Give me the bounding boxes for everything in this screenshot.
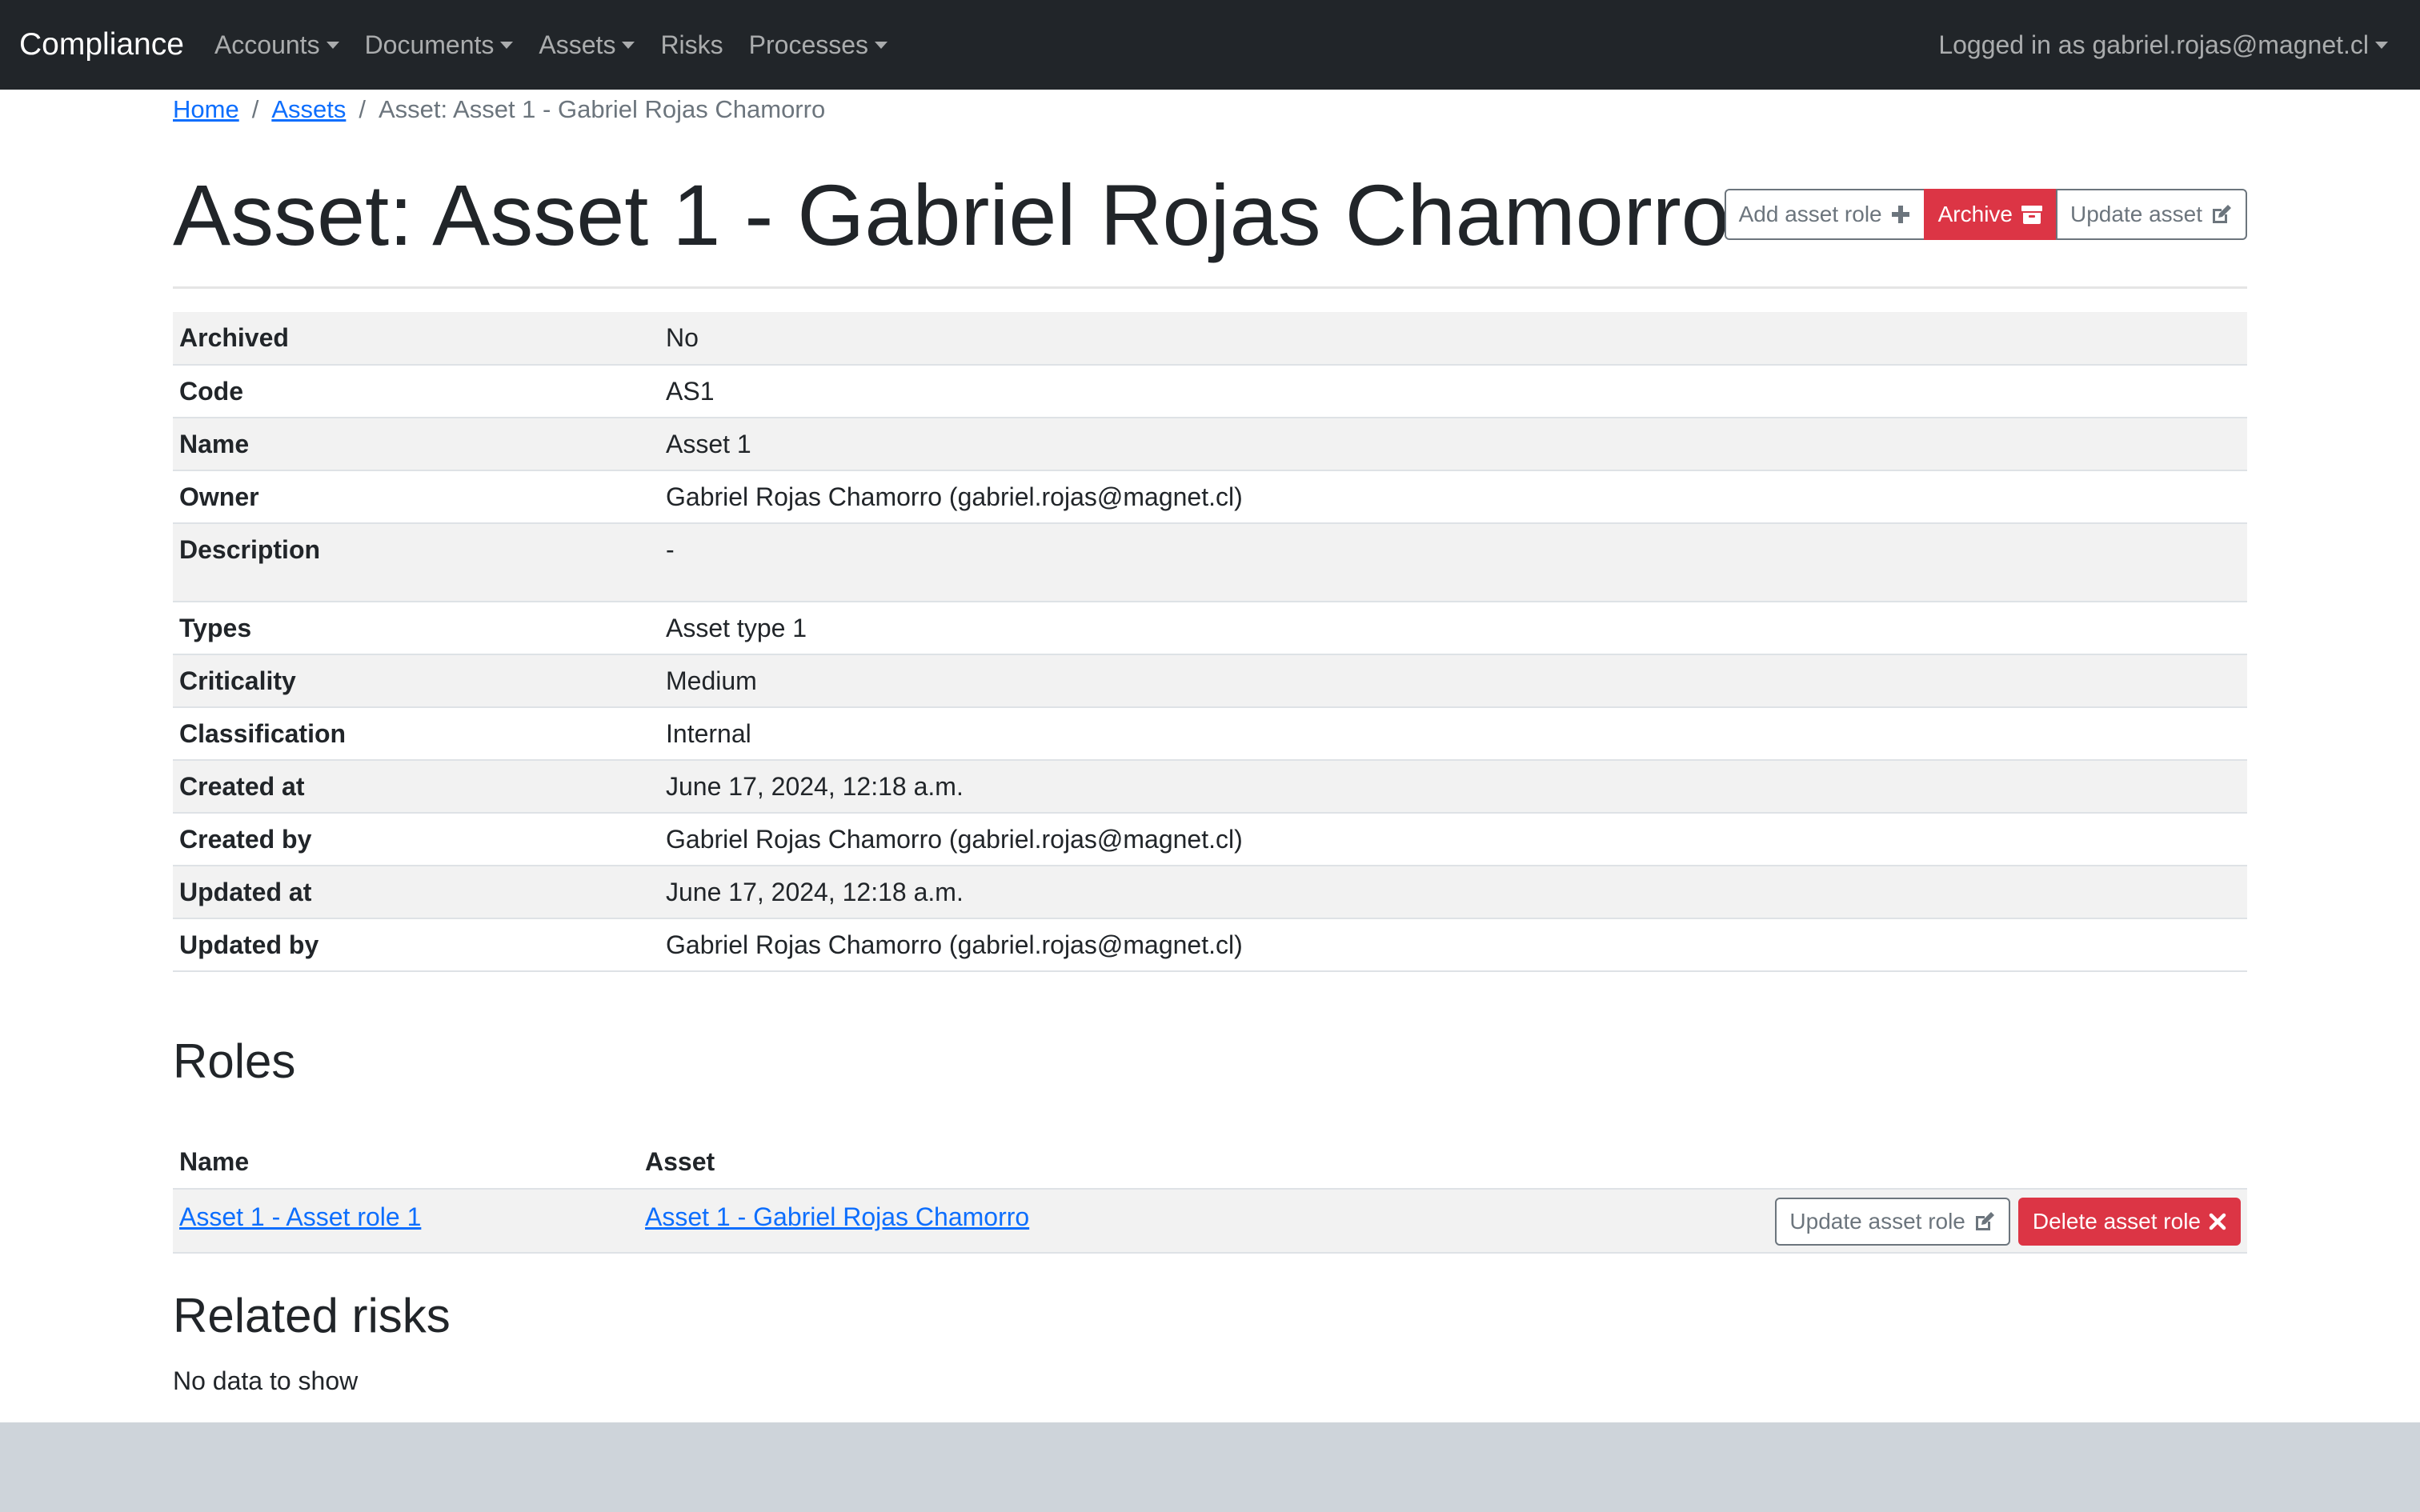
- detail-label: Archived: [173, 312, 659, 366]
- detail-label: Created at: [173, 760, 659, 814]
- update-asset-role-button[interactable]: Update asset role: [1775, 1198, 2010, 1246]
- table-row: Owner Gabriel Rojas Chamorro (gabriel.ro…: [173, 470, 2247, 524]
- close-icon: [2209, 1213, 2226, 1230]
- table-row: Code AS1: [173, 365, 2247, 418]
- detail-label: Code: [173, 365, 659, 418]
- asset-actions: Add asset role Archive Update asset: [1724, 189, 2247, 240]
- table-row: Created by Gabriel Rojas Chamorro (gabri…: [173, 813, 2247, 866]
- table-row: Updated by Gabriel Rojas Chamorro (gabri…: [173, 918, 2247, 972]
- chevron-down-icon: [875, 41, 888, 49]
- edit-icon: [2210, 203, 2233, 226]
- table-row: Types Asset type 1: [173, 602, 2247, 655]
- detail-value: AS1: [659, 365, 2247, 418]
- breadcrumb-current: Asset: Asset 1 - Gabriel Rojas Chamorro: [378, 95, 826, 123]
- brand-link[interactable]: Compliance: [19, 27, 184, 62]
- role-actions: Update asset role Delete asset role: [1775, 1198, 2241, 1246]
- table-row: Archived No: [173, 312, 2247, 366]
- table-row: Description -: [173, 523, 2247, 602]
- detail-label: Created by: [173, 813, 659, 866]
- breadcrumb-assets-link[interactable]: Assets: [271, 95, 346, 124]
- breadcrumb-separator: /: [251, 95, 259, 123]
- detail-value: Internal: [659, 707, 2247, 761]
- detail-value: Asset 1: [659, 418, 2247, 471]
- nav-documents-label: Documents: [364, 30, 495, 59]
- nav-accounts-dropdown[interactable]: Accounts: [214, 30, 339, 60]
- table-row: Criticality Medium: [173, 654, 2247, 708]
- breadcrumb-separator: /: [359, 95, 366, 123]
- top-navbar: Compliance Accounts Documents Assets Ris…: [0, 0, 2420, 90]
- detail-value: -: [659, 523, 2247, 602]
- user-menu-label: Logged in as gabriel.rojas@magnet.cl: [1938, 30, 2369, 59]
- breadcrumb-home-link[interactable]: Home: [173, 95, 239, 124]
- user-menu-dropdown[interactable]: Logged in as gabriel.rojas@magnet.cl: [1938, 30, 2388, 60]
- update-asset-role-label: Update asset role: [1789, 1209, 1965, 1234]
- update-asset-label: Update asset: [2070, 202, 2202, 226]
- nav-processes-dropdown[interactable]: Processes: [748, 30, 888, 60]
- table-row: Name Asset 1: [173, 418, 2247, 471]
- plus-icon: [1890, 204, 1911, 225]
- detail-value: June 17, 2024, 12:18 a.m.: [659, 866, 2247, 919]
- nav-processes-label: Processes: [748, 30, 869, 59]
- page-title: Asset: Asset 1 - Gabriel Rojas Chamorro: [173, 166, 1729, 263]
- table-row: Classification Internal: [173, 707, 2247, 761]
- update-asset-button[interactable]: Update asset: [2056, 189, 2247, 240]
- archive-button[interactable]: Archive: [1923, 189, 2057, 240]
- nav-risks-label: Risks: [660, 30, 723, 59]
- column-header-actions: [1368, 1136, 2247, 1190]
- nav-assets-label: Assets: [539, 30, 616, 59]
- detail-label: Updated at: [173, 866, 659, 919]
- column-header-asset: Asset: [639, 1136, 1368, 1190]
- table-header-row: Name Asset: [173, 1136, 2247, 1190]
- column-header-name: Name: [173, 1136, 639, 1190]
- delete-asset-role-label: Delete asset role: [2032, 1209, 2201, 1234]
- edit-icon: [1973, 1210, 1996, 1233]
- chevron-down-icon: [326, 41, 339, 49]
- archive-label: Archive: [1937, 202, 2013, 226]
- nav-documents-dropdown[interactable]: Documents: [365, 30, 514, 60]
- nav-assets-dropdown[interactable]: Assets: [539, 30, 635, 60]
- detail-value: No: [659, 312, 2247, 366]
- delete-asset-role-button[interactable]: Delete asset role: [2017, 1198, 2241, 1246]
- detail-value: Gabriel Rojas Chamorro (gabriel.rojas@ma…: [659, 918, 2247, 972]
- related-risks-heading: Related risks: [173, 1289, 451, 1342]
- breadcrumb: Home / Assets / Asset: Asset 1 - Gabriel…: [173, 90, 825, 130]
- roles-heading: Roles: [173, 1034, 296, 1088]
- table-row: Created at June 17, 2024, 12:18 a.m.: [173, 760, 2247, 814]
- detail-label: Types: [173, 602, 659, 655]
- chevron-down-icon: [2375, 41, 2388, 49]
- detail-value: Asset type 1: [659, 602, 2247, 655]
- user-menu-container: Logged in as gabriel.rojas@magnet.cl: [1938, 0, 2388, 90]
- chevron-down-icon: [622, 41, 635, 49]
- page-footer-area: [0, 1422, 2420, 1512]
- nav-risks-link[interactable]: Risks: [660, 30, 723, 60]
- page: Compliance Accounts Documents Assets Ris…: [0, 0, 2420, 1422]
- asset-details-table: Archived No Code AS1 Name Asset 1 Owner …: [173, 312, 2247, 972]
- title-divider: [173, 286, 2247, 289]
- detail-value: Medium: [659, 654, 2247, 708]
- table-row: Asset 1 - Asset role 1 Asset 1 - Gabriel…: [173, 1189, 2247, 1254]
- detail-value: June 17, 2024, 12:18 a.m.: [659, 760, 2247, 814]
- detail-label: Criticality: [173, 654, 659, 708]
- detail-label: Owner: [173, 470, 659, 524]
- archive-box-icon: [2021, 204, 2043, 225]
- roles-table: Name Asset Asset 1 - Asset role 1 Asset …: [173, 1136, 2247, 1254]
- detail-value: Gabriel Rojas Chamorro (gabriel.rojas@ma…: [659, 470, 2247, 524]
- add-asset-role-label: Add asset role: [1738, 202, 1882, 226]
- role-asset-link[interactable]: Asset 1 - Gabriel Rojas Chamorro: [645, 1202, 1029, 1231]
- nav-accounts-label: Accounts: [214, 30, 320, 59]
- detail-value: Gabriel Rojas Chamorro (gabriel.rojas@ma…: [659, 813, 2247, 866]
- detail-label: Description: [173, 523, 659, 602]
- role-name-link[interactable]: Asset 1 - Asset role 1: [179, 1202, 421, 1231]
- detail-label: Classification: [173, 707, 659, 761]
- detail-label: Name: [173, 418, 659, 471]
- empty-state-text: No data to show: [173, 1366, 359, 1395]
- chevron-down-icon: [500, 41, 514, 49]
- add-asset-role-button[interactable]: Add asset role: [1724, 189, 1925, 240]
- table-row: Updated at June 17, 2024, 12:18 a.m.: [173, 866, 2247, 919]
- detail-label: Updated by: [173, 918, 659, 972]
